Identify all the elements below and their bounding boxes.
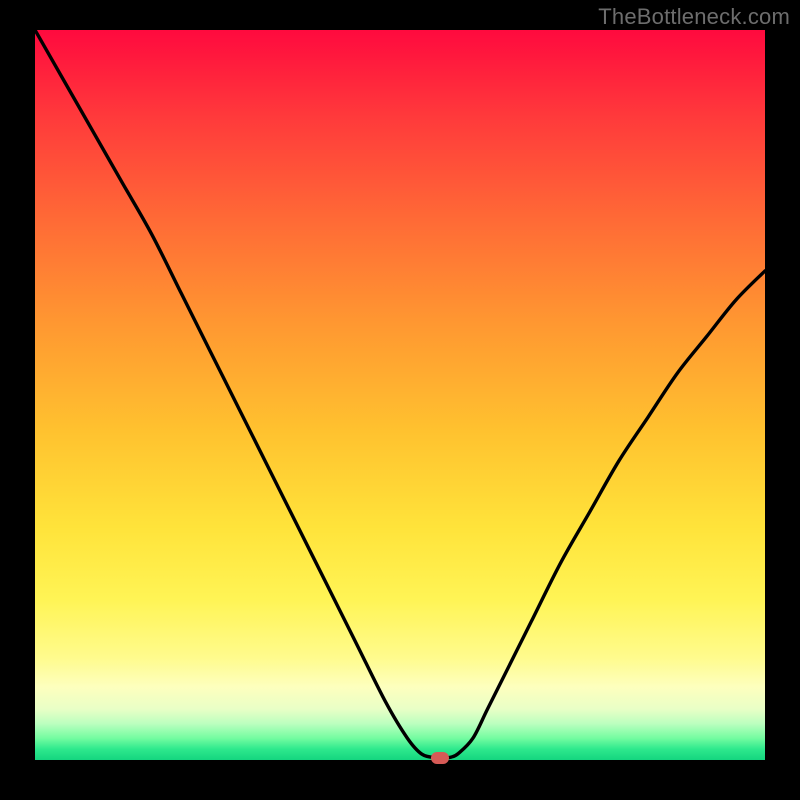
optimal-point-marker xyxy=(431,752,449,764)
watermark-text: TheBottleneck.com xyxy=(598,4,790,30)
bottleneck-curve xyxy=(35,30,765,760)
chart-frame: TheBottleneck.com xyxy=(0,0,800,800)
